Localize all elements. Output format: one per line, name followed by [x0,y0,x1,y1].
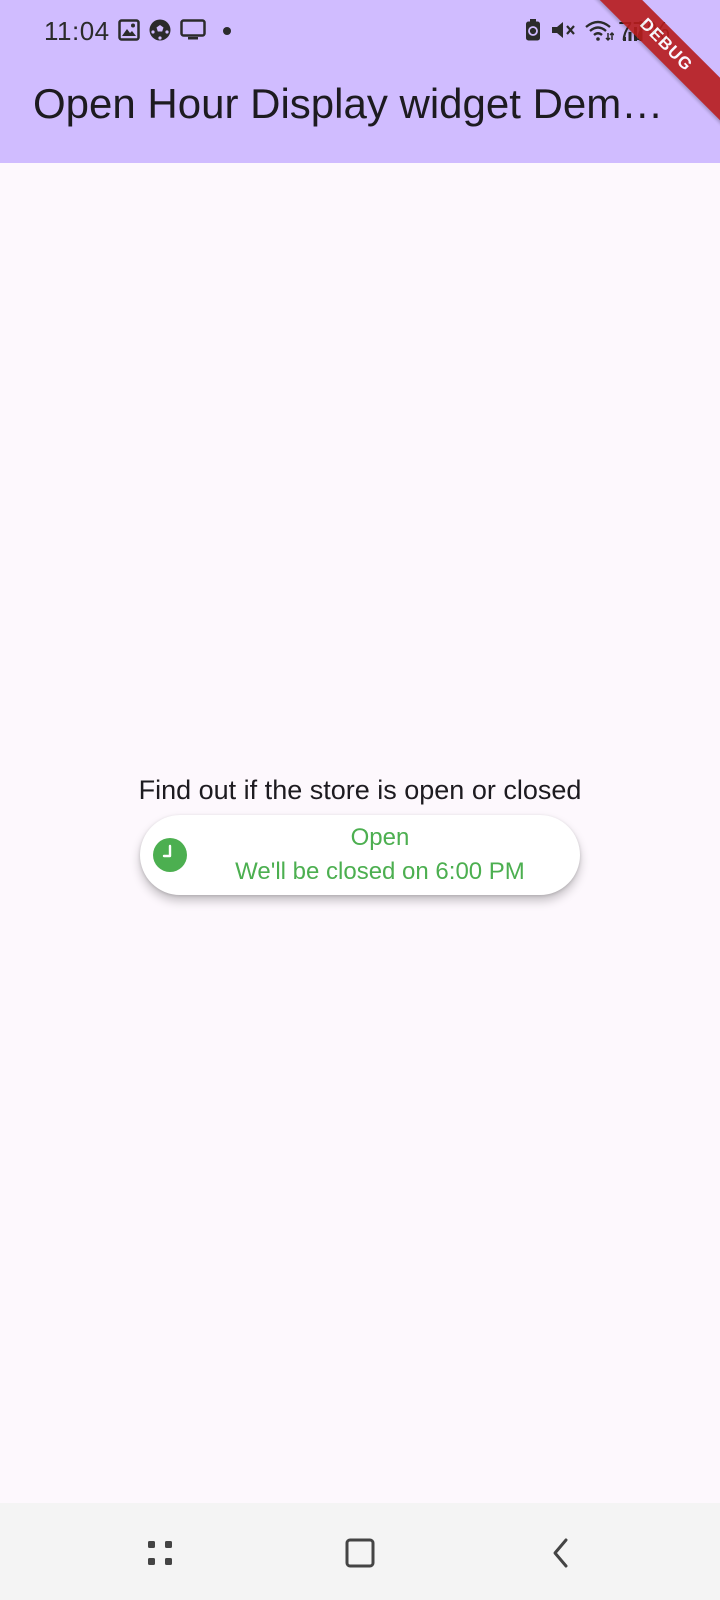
wifi-icon [584,18,614,42]
status-left-icons [118,18,234,42]
battery-saver-icon [524,18,542,42]
open-status-label: Open [350,824,410,851]
battery-percent: 77% [617,16,670,46]
status-text-group: Open We'll be closed on 6:00 PM [195,815,565,895]
navigation-bar [0,1503,720,1600]
app-title: Open Hour Display widget Dem… [33,80,664,127]
monitor-icon [180,19,206,41]
prompt-text: Find out if the store is open or closed [138,775,582,805]
main-content: Find out if the store is open or closed … [0,163,720,1503]
back-icon[interactable] [541,1533,581,1573]
image-icon [118,19,140,41]
status-bar: 11:04 77% [0,0,720,64]
home-icon[interactable] [340,1533,380,1573]
recent-apps-icon[interactable] [140,1533,180,1573]
clock-icon [153,838,187,872]
status-time: 11:04 [44,16,110,46]
screen: 11:04 77% Open Hour Display widget Dem… … [0,0,720,1600]
soccer-ball-icon [148,18,172,42]
header: 11:04 77% Open Hour Display widget Dem… [0,0,720,163]
mute-icon [550,18,576,42]
dot-icon [214,19,234,41]
open-hours-card[interactable]: Open We'll be closed on 6:00 PM [140,815,580,895]
closing-time-message: We'll be closed on 6:00 PM [235,858,525,885]
